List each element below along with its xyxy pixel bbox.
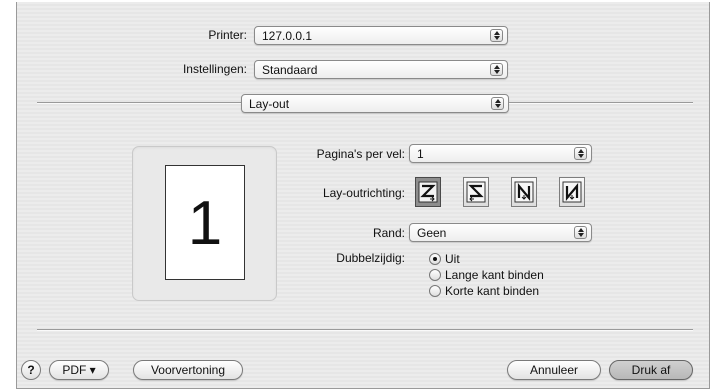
border-label: Rand: — [372, 226, 405, 240]
direction-reverse-n-button[interactable] — [559, 177, 585, 207]
print-button[interactable]: Druk af — [609, 360, 693, 380]
popup-arrows-icon — [490, 63, 503, 76]
border-value: Geen — [417, 226, 447, 240]
two-sided-label: Dubbelzijdig: — [336, 251, 405, 265]
pages-per-sheet-popup[interactable]: 1 — [409, 144, 592, 163]
pages-per-sheet-value: 1 — [417, 147, 424, 161]
direction-reverse-z-icon — [466, 181, 486, 203]
panel-value: Lay-out — [249, 97, 290, 111]
presets-label: Instellingen: — [182, 62, 247, 76]
printer-label: Printer: — [208, 28, 247, 42]
pdf-menu-button[interactable]: PDF ▾ — [49, 360, 109, 380]
direction-n-icon — [514, 181, 534, 203]
popup-arrows-icon — [574, 147, 587, 160]
radio-selected-icon — [429, 253, 441, 265]
two-sided-long-edge-label: Lange kant binden — [445, 268, 544, 282]
pages-per-sheet-label: Pagina's per vel: — [316, 147, 405, 161]
panel-popup[interactable]: Lay-out — [241, 94, 509, 113]
two-sided-off-label: Uit — [445, 252, 460, 266]
popup-arrows-icon — [491, 97, 504, 110]
help-button[interactable]: ? — [21, 360, 41, 380]
printer-popup[interactable]: 127.0.0.1 — [254, 26, 508, 45]
preview-page: 1 — [165, 165, 245, 280]
bottom-separator — [37, 329, 693, 331]
popup-arrows-icon — [574, 226, 587, 239]
two-sided-short-edge-label: Korte kant binden — [445, 284, 540, 298]
layout-preview: 1 — [132, 146, 277, 301]
preview-button[interactable]: Voorvertoning — [133, 360, 243, 380]
printer-value: 127.0.0.1 — [262, 29, 313, 43]
presets-popup[interactable]: Standaard — [254, 60, 508, 79]
border-popup[interactable]: Geen — [409, 223, 592, 242]
presets-value: Standaard — [262, 63, 318, 77]
direction-reverse-z-button[interactable] — [463, 177, 489, 207]
direction-reverse-n-icon — [562, 181, 582, 203]
cancel-button[interactable]: Annuleer — [507, 360, 601, 380]
direction-n-button[interactable] — [511, 177, 537, 207]
radio-icon — [429, 269, 441, 281]
print-dialog: Printer: 127.0.0.1 Instellingen: Standaa… — [16, 2, 710, 389]
direction-z-button[interactable] — [415, 177, 441, 207]
direction-z-icon — [418, 181, 438, 203]
radio-icon — [429, 285, 441, 297]
layout-direction-label: Lay-outrichting: — [322, 186, 405, 200]
separator-left — [37, 102, 248, 104]
popup-arrows-icon — [490, 29, 503, 42]
separator-right — [509, 102, 693, 104]
